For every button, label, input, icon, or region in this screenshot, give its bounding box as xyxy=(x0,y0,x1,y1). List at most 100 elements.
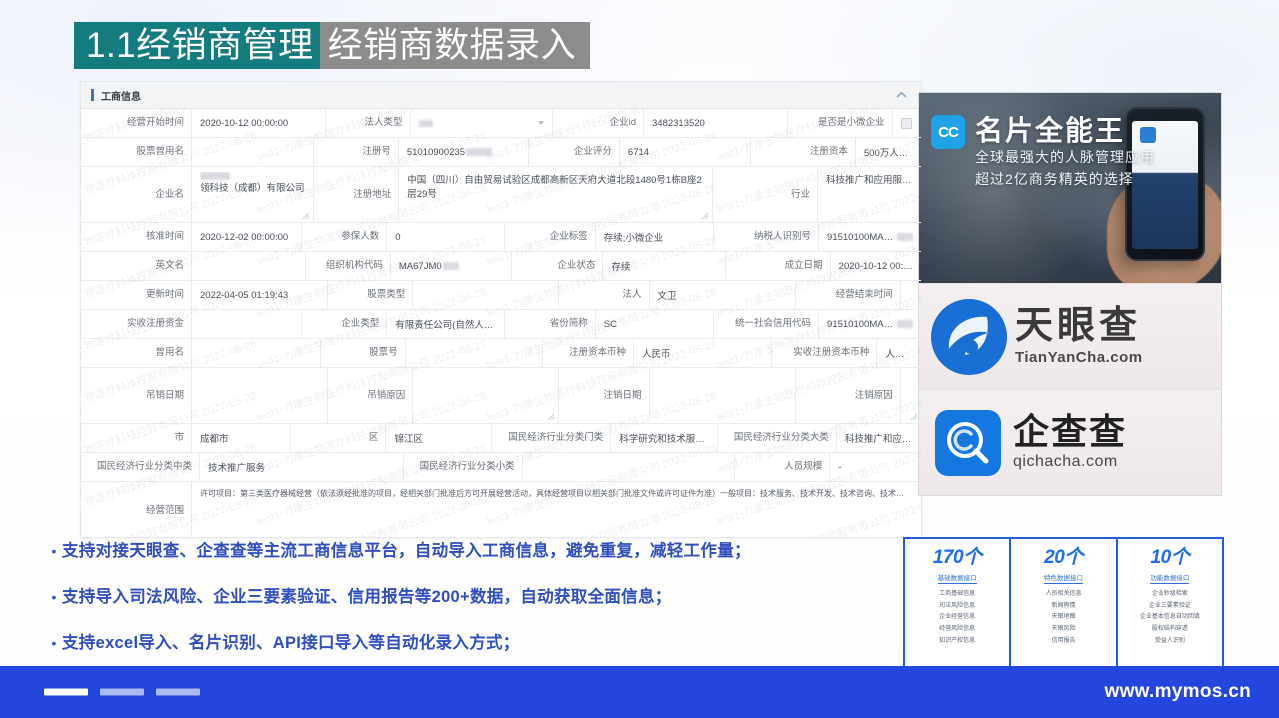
field-value[interactable]: 91510100MA67JM0 xyxy=(819,223,921,251)
field-label: 曾用名 xyxy=(81,339,192,367)
field-label: 股票号 xyxy=(321,339,406,367)
value-text: 有限责任公司(自然人独资) xyxy=(395,320,496,331)
field-value-textarea[interactable] xyxy=(413,368,559,423)
chevron-up-icon[interactable] xyxy=(896,90,907,101)
camcard-subtitle-2: 超过2亿商务精英的选择 xyxy=(975,171,1134,187)
field-value[interactable]: SC xyxy=(596,310,715,338)
field-value[interactable]: 500万人民币 xyxy=(856,138,921,166)
field-label: 注册资本币种 xyxy=(543,339,634,367)
field-value[interactable]: 人民币 xyxy=(877,339,921,367)
field-value[interactable]: 0 xyxy=(387,223,505,251)
field-value[interactable] xyxy=(192,252,306,280)
list-item: • 支持excel导入、名片识别、API接口导入等自动化录入方式； xyxy=(46,632,906,654)
camcard-subtitle-1: 全球最强大的人脉管理应用 xyxy=(975,149,1155,165)
field-value[interactable] xyxy=(650,368,796,423)
list-item: 知识产权信息 xyxy=(939,637,976,644)
table-row: 经营开始时间 2020-10-12 00:00:00 法人类型 企业id 348… xyxy=(81,109,921,138)
stat-item-list: 企业秒级检索 企业三要素验证 企业基本信息自动回填 股权结构穿透 受益人识别 xyxy=(1140,589,1200,647)
field-label: 国民经济行业分类门类 xyxy=(492,424,612,452)
field-label: 企业名 xyxy=(81,167,192,222)
value-text: 许可项目：第三类医疗器械经营（依法须经批准的项目，经相关部门批准后方可开展经营活… xyxy=(200,489,911,498)
field-value-textarea[interactable]: 领科技（成都）有限公司 xyxy=(192,167,315,222)
field-value[interactable] xyxy=(901,281,921,309)
field-value[interactable] xyxy=(406,339,543,367)
stat-number: 20个 xyxy=(1044,547,1083,568)
field-value[interactable] xyxy=(192,368,329,423)
table-row: 市 成都市 区 锦江区 国民经济行业分类门类 科学研究和技术服务业 国民经济行业… xyxy=(81,424,921,453)
page-title: 1.1经销商管理 经销商数据录入 xyxy=(74,22,591,69)
field-label: 吊销原因 xyxy=(328,368,414,423)
header-accent-bar xyxy=(91,89,94,101)
field-value[interactable]: MA67JM0 xyxy=(391,252,513,280)
field-value[interactable]: 科技推广和应用服务业 xyxy=(837,424,921,452)
resize-handle-icon[interactable] xyxy=(302,212,310,220)
field-value[interactable]: 91510100MA67JM0 xyxy=(819,310,921,338)
stat-card: 170个 基础数据接口 工商基础信息 司法风险信息 企业经营信息 经营风险信息 … xyxy=(905,539,1012,666)
field-label: 企业标签 xyxy=(505,223,596,251)
field-value[interactable]: 科学研究和技术服务业 xyxy=(611,424,718,452)
list-item: 企业三要素验证 xyxy=(1148,602,1191,609)
field-label: 更新时间 xyxy=(81,281,192,309)
field-value[interactable]: 51010900235 xyxy=(399,138,529,166)
field-value[interactable]: 科技推广和应用服务业 xyxy=(818,167,921,222)
field-value[interactable]: 有限责任公司(自然人独资) xyxy=(387,310,505,338)
field-value[interactable]: 存续;小微企业 xyxy=(596,223,715,251)
field-value[interactable]: 6714 xyxy=(620,138,751,166)
field-value-checkbox[interactable] xyxy=(893,109,922,137)
page-title-section: 1.1经销商管理 xyxy=(74,22,320,69)
list-item: 新闻舆情 xyxy=(1051,602,1076,609)
phone-mockup xyxy=(1125,107,1205,261)
field-value[interactable] xyxy=(523,453,736,481)
resize-handle-icon[interactable] xyxy=(547,413,555,421)
field-label: 国民经济行业分类中类 xyxy=(81,453,200,481)
field-value[interactable]: 锦江区 xyxy=(386,424,493,452)
field-label: 企业评分 xyxy=(529,138,620,166)
qichacha-name-en: qichacha.com xyxy=(1013,453,1118,470)
field-value[interactable]: 存续 xyxy=(603,252,726,280)
field-value[interactable]: 成都市 xyxy=(192,424,292,452)
field-value[interactable]: 2022-04-05 01:19:43 xyxy=(192,281,329,309)
field-value[interactable]: 3482313520 xyxy=(644,109,788,137)
value-text: 文卫 xyxy=(657,291,677,302)
value-text: 6714 xyxy=(627,146,650,158)
field-value-business-scope[interactable]: 许可项目：第三类医疗器械经营（依法须经批准的项目，经相关部门批准后方可开展经营活… xyxy=(192,482,921,537)
bullet-dot-icon: • xyxy=(51,589,57,605)
redacted-value xyxy=(418,119,433,127)
chevron-down-icon[interactable] xyxy=(538,121,544,125)
field-value[interactable] xyxy=(413,281,559,309)
footer-decoration xyxy=(44,688,200,696)
qichacha-logo: 企查查 qichacha.com xyxy=(919,389,1221,495)
field-label: 股票类型 xyxy=(328,281,414,309)
list-item: 股权结构穿透 xyxy=(1151,626,1188,633)
field-label: 实收注册资金 xyxy=(81,310,192,338)
camcard-logo-icon: CC xyxy=(931,115,965,149)
field-label: 核准时间 xyxy=(81,223,192,251)
field-value[interactable]: - xyxy=(830,453,921,481)
value-text: - xyxy=(838,461,842,473)
field-value[interactable]: 2020-12-02 00:00:00 xyxy=(192,223,303,251)
field-value[interactable] xyxy=(192,138,314,166)
field-value[interactable]: 2020-10-12 00:00:00 xyxy=(192,109,326,137)
stat-card: 10个 功能数据接口 企业秒级检索 企业三要素验证 企业基本信息自动回填 股权结… xyxy=(1118,539,1222,666)
field-value[interactable] xyxy=(192,310,303,338)
field-label: 参保人数 xyxy=(302,223,388,251)
list-item: 经营风险信息 xyxy=(939,626,976,633)
checkbox-icon[interactable] xyxy=(900,117,912,129)
field-label: 人员规模 xyxy=(735,453,831,481)
field-value[interactable]: 文卫 xyxy=(650,281,796,309)
resize-handle-icon[interactable] xyxy=(701,212,709,220)
field-value[interactable]: 2020-10-12 00:00:00 xyxy=(831,252,921,280)
value-text: 500万人民币 xyxy=(863,148,913,159)
table-row: 曾用名 股票号 注册资本币种 人民币 实收注册资本币种 人民币 xyxy=(81,339,921,368)
field-label: 市 xyxy=(81,424,192,452)
field-value-textarea[interactable] xyxy=(901,368,921,423)
field-value[interactable]: 人民币 xyxy=(634,339,773,367)
field-value[interactable]: 技术推广服务 xyxy=(200,453,404,481)
qichacha-name-cn: 企查查 xyxy=(1013,411,1128,452)
field-value[interactable] xyxy=(192,339,321,367)
resize-handle-icon[interactable] xyxy=(910,413,918,421)
value-text: 2020-10-12 00:00:00 xyxy=(200,117,289,129)
field-label: 实收注册资本币种 xyxy=(772,339,878,367)
field-value-dropdown[interactable] xyxy=(411,109,553,137)
field-value-textarea[interactable]: 中国（四川）自由贸易试验区成都高新区天府大道北段1480号1栋B座2层29号 xyxy=(399,167,714,222)
